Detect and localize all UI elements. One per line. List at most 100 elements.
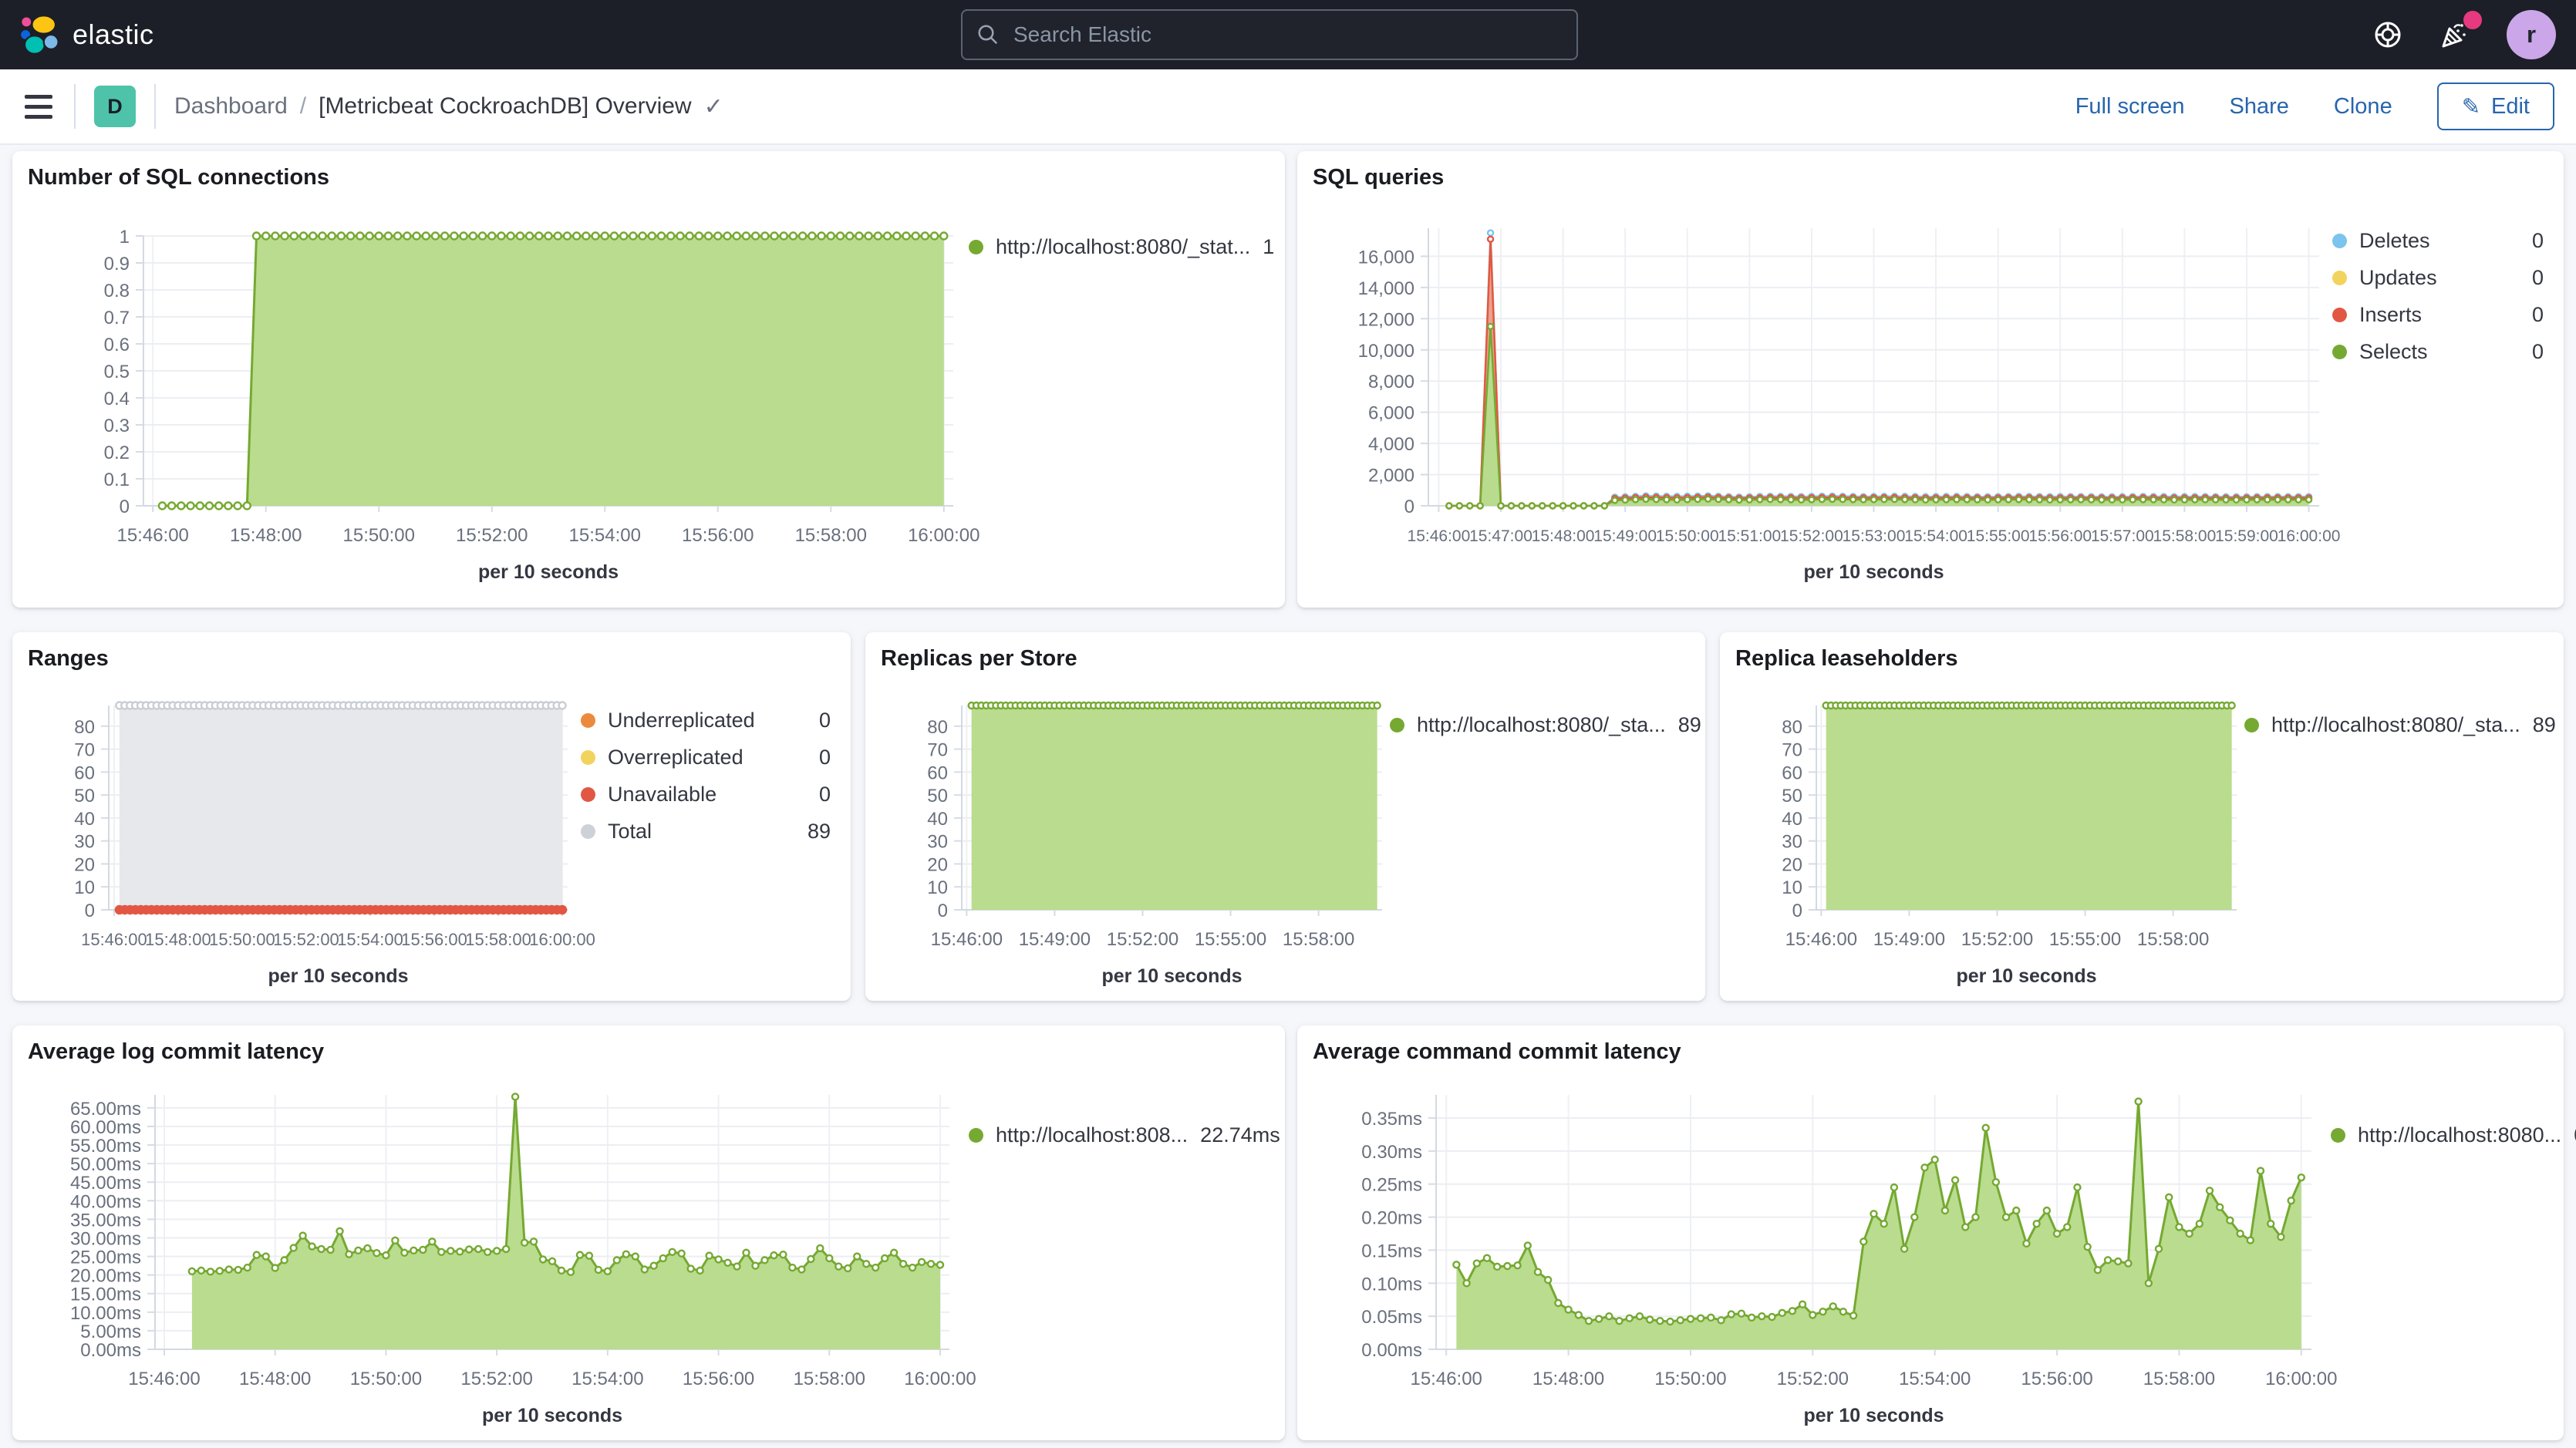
svg-text:15:46:00: 15:46:00 — [81, 930, 147, 949]
svg-text:0: 0 — [1404, 497, 1414, 517]
svg-text:16:00:00: 16:00:00 — [908, 525, 979, 546]
svg-text:2,000: 2,000 — [1368, 466, 1414, 487]
svg-text:15:52:00: 15:52:00 — [1780, 527, 1843, 545]
page-title[interactable]: [Metricbeat CockroachDB] Overview — [319, 93, 692, 120]
svg-text:8,000: 8,000 — [1368, 372, 1414, 392]
svg-text:15:56:00: 15:56:00 — [682, 525, 754, 546]
help-icon[interactable] — [2372, 19, 2403, 50]
edit-button[interactable]: ✎ Edit — [2437, 83, 2554, 130]
svg-text:15:56:00: 15:56:00 — [683, 1369, 754, 1389]
legend-item[interactable]: Inserts0 — [2332, 301, 2544, 328]
svg-text:60: 60 — [1782, 763, 1802, 783]
svg-text:per 10 seconds: per 10 seconds — [1956, 965, 2096, 987]
chart-legend: Underreplicated0 Overreplicated0 Unavailab… — [581, 675, 835, 844]
legend-item[interactable]: Overreplicated0 — [581, 744, 831, 770]
panel-replicas-per-store: Replicas per Store15:46:0015:49:0015:52:… — [865, 632, 1705, 1001]
legend-label: http://localhost:8080/_sta... — [1417, 712, 1666, 738]
svg-text:15:56:00: 15:56:00 — [2021, 1369, 2092, 1389]
svg-text:15:46:00: 15:46:00 — [116, 525, 188, 546]
legend-item[interactable]: http://localhost:8080/_sta...89 — [2244, 712, 2544, 738]
svg-text:40: 40 — [74, 809, 95, 830]
legend-value: 0 — [819, 781, 831, 807]
svg-text:15.00ms: 15.00ms — [70, 1285, 141, 1305]
svg-text:0.10ms: 0.10ms — [1361, 1274, 1422, 1295]
svg-text:15:54:00: 15:54:00 — [569, 525, 641, 546]
svg-text:10: 10 — [1782, 877, 1802, 898]
legend-value: 22.74ms — [1200, 1122, 1280, 1148]
svg-text:15:55:00: 15:55:00 — [2049, 929, 2121, 950]
svg-text:15:46:00: 15:46:00 — [128, 1369, 200, 1389]
svg-text:0.00ms: 0.00ms — [1361, 1340, 1422, 1361]
legend-item[interactable]: http://localhost:8080/_sta...89 — [1390, 712, 1686, 738]
svg-text:0.00ms: 0.00ms — [80, 1340, 141, 1361]
dashboard-grid: Number of SQL connections15:46:0015:48:0… — [0, 145, 2576, 1448]
series-color-dot — [2332, 345, 2347, 359]
news-icon[interactable] — [2439, 19, 2471, 51]
svg-text:15:48:00: 15:48:00 — [1532, 1369, 1604, 1389]
chart-sql-connections: 15:46:0015:48:0015:50:0015:52:0015:54:00… — [28, 194, 969, 583]
breadcrumb-separator: / — [300, 93, 306, 120]
svg-text:15:52:00: 15:52:00 — [460, 1369, 532, 1389]
svg-text:50: 50 — [1782, 786, 1802, 807]
panel-log-commit-latency: Average log commit latency15:46:0015:48:… — [12, 1025, 1285, 1440]
legend-label: http://localhost:8080... — [2358, 1122, 2561, 1148]
svg-text:15:49:00: 15:49:00 — [1873, 929, 1945, 950]
svg-text:55.00ms: 55.00ms — [70, 1136, 141, 1157]
avatar[interactable]: r — [2507, 10, 2556, 59]
legend-item[interactable]: http://localhost:8080...0.26ms — [2331, 1122, 2576, 1148]
series-color-dot — [1390, 718, 1404, 732]
check-icon[interactable]: ✓ — [704, 93, 723, 120]
panel-command-commit-latency: Average command commit latency 15:46:00 15… — [1297, 1025, 2564, 1440]
svg-text:per 10 seconds: per 10 seconds — [1803, 561, 1944, 583]
legend-item[interactable]: http://localhost:808...22.74ms — [969, 1122, 1265, 1148]
svg-text:15:48:00: 15:48:00 — [230, 525, 302, 546]
svg-text:60: 60 — [74, 763, 95, 783]
svg-text:15:52:00: 15:52:00 — [273, 930, 339, 949]
elastic-logo[interactable]: elastic — [20, 15, 154, 55]
chart-command-commit-latency: 15:46:0015:48:0015:50:0015:52:0015:54:00… — [1313, 1068, 2331, 1423]
share-button[interactable]: Share — [2230, 94, 2289, 120]
legend-item[interactable]: Updates0 — [2332, 264, 2544, 291]
svg-text:0.30ms: 0.30ms — [1361, 1142, 1422, 1163]
search-input[interactable] — [1012, 22, 1563, 48]
svg-text:16,000: 16,000 — [1358, 247, 1414, 268]
svg-text:15:48:00: 15:48:00 — [145, 930, 211, 949]
clone-button[interactable]: Clone — [2334, 94, 2392, 120]
panel-title-command-commit-latency: Average command commit latency — [1313, 1039, 2548, 1065]
legend-item[interactable]: Total89 — [581, 818, 831, 844]
chart-legend: http://localhost:8080/_stat...1 — [969, 194, 1277, 260]
legend-value: 0 — [2532, 338, 2544, 365]
brand-name: elastic — [72, 19, 154, 51]
global-search[interactable] — [961, 9, 1578, 60]
panel-sql-queries: SQL queries15:46:0015:47:0015:48:0015:49… — [1297, 151, 2564, 608]
legend-item[interactable]: Selects 0 — [2332, 338, 2544, 365]
legend-label: http://localhost:8080/_sta... — [2271, 712, 2520, 738]
svg-text:16:00:00: 16:00:00 — [2265, 1369, 2337, 1389]
svg-text:30: 30 — [74, 832, 95, 853]
series-color-dot — [2332, 308, 2347, 322]
svg-text:per 10 seconds: per 10 seconds — [482, 1405, 622, 1426]
svg-text:10.00ms: 10.00ms — [70, 1303, 141, 1324]
svg-text:60: 60 — [927, 763, 948, 783]
menu-icon[interactable] — [22, 92, 56, 122]
legend-value: 89 — [2533, 712, 2556, 738]
breadcrumb-dashboard-link[interactable]: Dashboard — [174, 93, 288, 120]
svg-text:80: 80 — [74, 717, 95, 738]
elastic-logo-icon — [20, 15, 60, 55]
svg-text:4,000: 4,000 — [1368, 434, 1414, 455]
legend-value: 1 — [1263, 234, 1274, 260]
full-screen-button[interactable]: Full screen — [2075, 94, 2185, 120]
dashboard-badge[interactable]: D — [94, 86, 136, 127]
svg-text:60.00ms: 60.00ms — [70, 1117, 141, 1138]
legend-label: Selects — [2359, 338, 2520, 365]
global-header: elastic — [0, 0, 2576, 69]
svg-text:15:46:00: 15:46:00 — [1410, 1369, 1482, 1389]
legend-item[interactable]: Deletes0 — [2332, 227, 2544, 254]
series-color-dot — [581, 787, 595, 802]
legend-item[interactable]: Underreplicated0 — [581, 707, 831, 733]
svg-text:10: 10 — [74, 877, 95, 898]
legend-item[interactable]: http://localhost:8080/_stat...1 — [969, 234, 1273, 260]
panel-ranges: Ranges15:46:0015:48:0015:50:0015:52:0015… — [12, 632, 851, 1001]
notification-dot — [2463, 11, 2482, 29]
legend-item[interactable]: Unavailable0 — [581, 781, 831, 807]
